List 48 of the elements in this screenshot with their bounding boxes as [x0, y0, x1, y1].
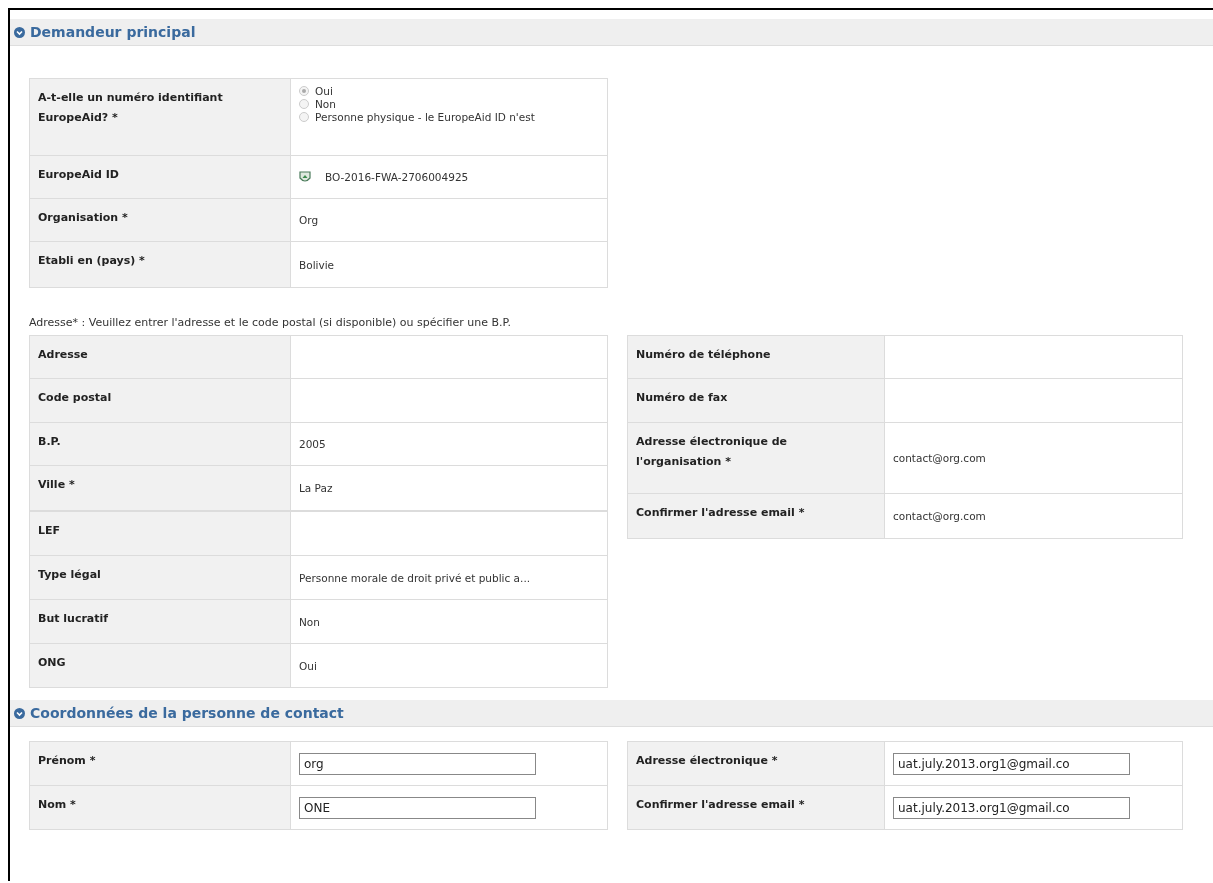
radio-button[interactable] [299, 112, 309, 122]
shield-icon [299, 170, 311, 184]
field-label: Adresse électronique de l'organisation * [628, 423, 885, 494]
field-label: A-t-elle un numéro identifiant EuropeAid? * [30, 79, 291, 156]
section-title: Coordonnées de la personne de contact [30, 705, 344, 721]
input-field[interactable]: org [299, 752, 536, 775]
field-value: 2005 [299, 438, 326, 450]
field-label: B.P. [30, 423, 291, 466]
field-label: Type légal [30, 556, 291, 600]
field-value: contact@org.com [893, 452, 986, 464]
field-label: Numéro de téléphone [628, 336, 885, 379]
radio-label: Oui [315, 85, 333, 97]
input-field[interactable]: uat.july.2013.org1@gmail.co [893, 796, 1130, 819]
section-title: Demandeur principal [30, 24, 196, 40]
radio-label: Non [315, 98, 336, 110]
field-label: Code postal [30, 379, 291, 423]
section-header[interactable]: Demandeur principal [10, 19, 1213, 46]
field-label: Confirmer l'adresse email * [628, 494, 885, 539]
field-label: Adresse électronique * [628, 742, 885, 786]
field-value: BO-2016-FWA-2706004925 [325, 171, 469, 183]
field-label: LEF [30, 512, 291, 556]
field-label: ONG [30, 644, 291, 688]
address-note: Adresse* : Veuillez entrer l'adresse et le code postal (si disponible) ou spécifier une B.P. [29, 316, 512, 329]
input-field[interactable]: uat.july.2013.org1@gmail.co [893, 752, 1130, 775]
field-value: Non [299, 615, 320, 628]
field-label: Confirmer l'adresse email * [628, 786, 885, 830]
field-label: Ville * [30, 466, 291, 511]
input-field[interactable]: ONE [299, 796, 536, 819]
field-value: Org [299, 214, 319, 226]
field-label: EuropeAid ID [30, 156, 291, 199]
field-label: Adresse [30, 336, 291, 379]
field-label: Organisation * [30, 199, 291, 242]
field-label: Etabli en (pays) * [30, 242, 291, 288]
field-label: Numéro de fax [628, 379, 885, 423]
chevron-down-icon [14, 26, 25, 38]
field-value: Personne morale de droit privé et public a... [299, 571, 531, 584]
radio-label: Personne physique - le EuropeAid ID n'est [315, 111, 535, 123]
field-label: But lucratif [30, 600, 291, 644]
radio-button[interactable] [299, 86, 309, 96]
field-value: Bolivie [299, 258, 335, 271]
field-value: Oui [299, 659, 317, 672]
field-label: Prénom * [30, 742, 291, 786]
field-value: La Paz [299, 482, 333, 494]
section-header[interactable]: Coordonnées de la personne de contact [10, 700, 1213, 727]
radio-button[interactable] [299, 99, 309, 109]
chevron-down-icon [14, 707, 25, 719]
field-value: contact@org.com [893, 510, 986, 522]
field-label: Nom * [30, 786, 291, 830]
